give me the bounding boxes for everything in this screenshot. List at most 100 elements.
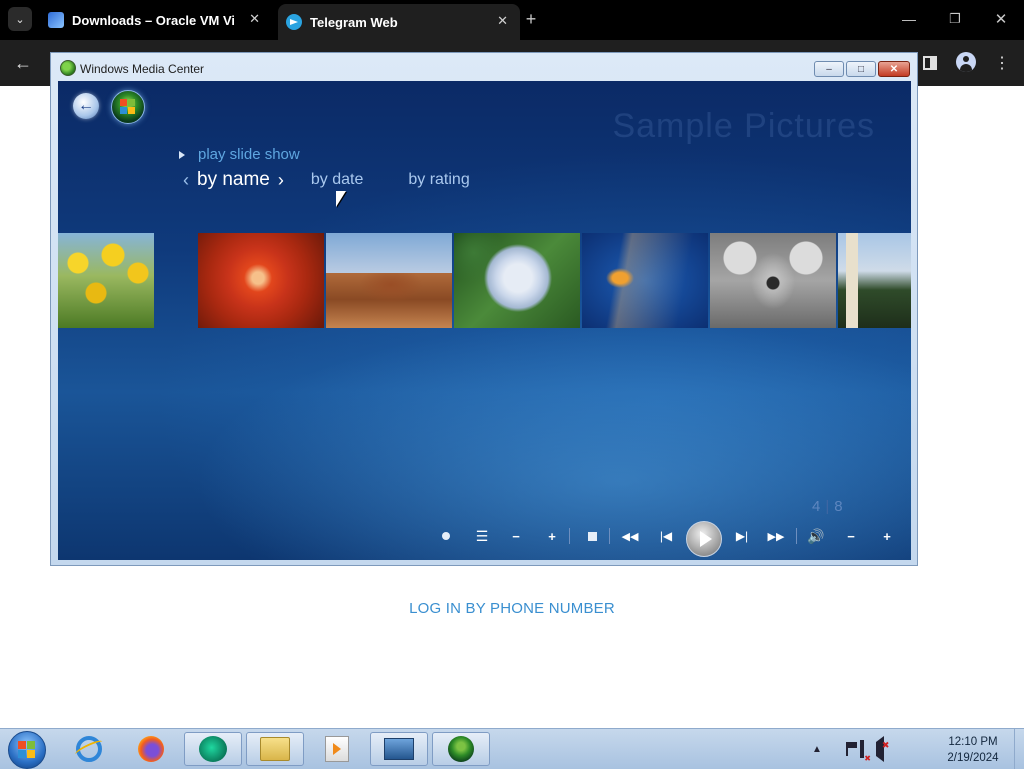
tab-search-button[interactable]: ⌄ (8, 7, 32, 31)
counter-total: 8 (834, 498, 846, 515)
channel-down-button[interactable]: − (506, 525, 526, 547)
play-icon (700, 531, 712, 547)
folder-icon (260, 737, 290, 761)
virtualbox-icon (384, 738, 414, 760)
network-icon[interactable] (859, 740, 864, 758)
taskbar-windows-explorer[interactable] (246, 732, 304, 766)
record-button[interactable] (436, 525, 456, 547)
clock-time: 12:10 PM (948, 736, 998, 748)
media-player-icon (199, 736, 227, 762)
tab-title: Telegram Web (310, 14, 398, 30)
virtualbox-favicon-icon (48, 12, 64, 28)
gallery-title: Sample Pictures (612, 107, 875, 145)
wmc-back-button[interactable]: ← (73, 93, 99, 119)
play-icon (179, 150, 185, 159)
wmc-maximize-button[interactable]: □ (846, 61, 876, 77)
rewind-button[interactable]: ◀◀ (618, 525, 642, 547)
sort-next-arrow-icon[interactable]: › (278, 170, 284, 191)
login-by-phone-link[interactable]: LOG IN BY PHONE NUMBER (0, 600, 1024, 617)
sort-by-name[interactable]: by name (197, 169, 270, 191)
tab-title: Downloads – Oracle VM Virtua (72, 12, 234, 28)
flag-icon (845, 742, 848, 756)
fast-forward-button[interactable]: ▶▶ (764, 525, 788, 547)
volume-down-button[interactable]: − (841, 525, 861, 547)
counter-current: 4 (812, 498, 824, 515)
show-hidden-icons-button[interactable]: ▲ (812, 744, 822, 755)
browser-tab-strip: ⌄ Downloads – Oracle VM Virtua ✕ Telegra… (0, 0, 1024, 40)
transport-controls: ☰ − + ◀◀ |◀ ▶| ▶▶ 🔊 − + (58, 521, 911, 557)
sort-prev-arrow-icon[interactable]: ‹ (183, 170, 189, 191)
channel-up-button[interactable]: + (542, 525, 562, 547)
new-tab-button[interactable]: + (520, 8, 542, 30)
tab-telegram-web[interactable]: Telegram Web ✕ (278, 4, 520, 40)
wmc-window-title: Windows Media Center (80, 62, 205, 76)
wmc-picture-library: ← Sample Pictures play slide show ‹ by n… (58, 81, 911, 560)
start-button[interactable] (8, 731, 46, 769)
taskbar-media-app[interactable] (308, 732, 366, 766)
guide-button[interactable]: ☰ (470, 525, 494, 547)
thumbnail-hydrangeas[interactable] (454, 233, 580, 328)
taskbar-internet-explorer[interactable] (60, 732, 118, 766)
thumbnail-jellyfish[interactable] (582, 233, 708, 328)
internet-explorer-icon (76, 736, 102, 762)
play-slide-show-button[interactable]: play slide show (179, 146, 300, 163)
tab-downloads-oracle-vm[interactable]: Downloads – Oracle VM Virtua ✕ (40, 0, 272, 40)
windows-media-center-icon (448, 736, 474, 762)
wmc-close-button[interactable]: ✕ (878, 61, 910, 77)
volume-up-button[interactable]: + (877, 525, 897, 547)
mouse-cursor-icon (336, 191, 346, 207)
taskbar-clock[interactable]: 12:10 PM 2/19/2024 (936, 734, 1010, 766)
media-app-icon (325, 736, 349, 762)
thumbnail-desert[interactable] (326, 233, 452, 328)
stop-button[interactable] (582, 525, 602, 547)
show-desktop-button[interactable] (1014, 729, 1024, 769)
skip-back-button[interactable]: |◀ (654, 525, 678, 547)
wmc-titlebar[interactable]: Windows Media Center – □ ✕ (51, 53, 917, 81)
skip-forward-button[interactable]: ▶| (730, 525, 754, 547)
close-tab-icon[interactable]: ✕ (497, 13, 508, 29)
page-counter: 4 | 8 (812, 498, 846, 515)
transport-divider (569, 528, 570, 544)
system-tray: ▲ (812, 736, 896, 762)
taskbar-virtualbox[interactable] (370, 732, 428, 766)
firefox-icon (138, 736, 164, 762)
thumbnail-tulips[interactable] (58, 233, 154, 328)
sort-by-date[interactable]: by date (311, 171, 363, 189)
back-button[interactable]: ← (10, 51, 36, 75)
play-pause-button[interactable] (686, 521, 722, 557)
counter-separator: | (825, 498, 833, 515)
taskbar-firefox[interactable] (122, 732, 180, 766)
wmc-logo-icon (60, 60, 76, 76)
taskbar-media-player[interactable] (184, 732, 242, 766)
transport-divider (796, 528, 797, 544)
stop-icon (587, 531, 597, 541)
sort-options: ‹ by name › by date by rating (183, 169, 470, 191)
window-restore-button[interactable]: ❐ (942, 8, 968, 30)
clock-date: 2/19/2024 (947, 752, 999, 764)
volume-muted-icon (875, 736, 884, 762)
thumbnail-chrysanthemum[interactable] (198, 233, 324, 328)
browser-menu-button[interactable]: ⋮ (992, 51, 1012, 75)
transport-divider (609, 528, 610, 544)
side-panel-button[interactable] (918, 51, 942, 75)
windows-logo-icon (18, 741, 26, 749)
window-close-button[interactable]: ✕ (988, 8, 1014, 30)
action-center-icon[interactable] (845, 742, 848, 756)
network-disconnected-icon (859, 740, 864, 758)
profile-avatar-icon (956, 52, 976, 72)
wmc-start-button[interactable] (111, 90, 145, 124)
close-tab-icon[interactable]: ✕ (249, 11, 260, 27)
wmc-minimize-button[interactable]: – (814, 61, 844, 77)
mute-button[interactable]: 🔊 (804, 525, 828, 547)
side-panel-icon (923, 56, 937, 70)
window-minimize-button[interactable]: — (896, 8, 922, 30)
thumbnail-lighthouse[interactable] (838, 233, 911, 328)
volume-icon[interactable] (875, 736, 884, 762)
windows-logo-icon (120, 99, 127, 106)
profile-button[interactable] (954, 50, 978, 74)
taskbar-windows-media-center[interactable] (432, 732, 490, 766)
record-icon (442, 532, 450, 540)
thumbnail-koala[interactable] (710, 233, 836, 328)
sort-by-rating[interactable]: by rating (408, 171, 469, 189)
telegram-favicon-icon (286, 14, 302, 30)
